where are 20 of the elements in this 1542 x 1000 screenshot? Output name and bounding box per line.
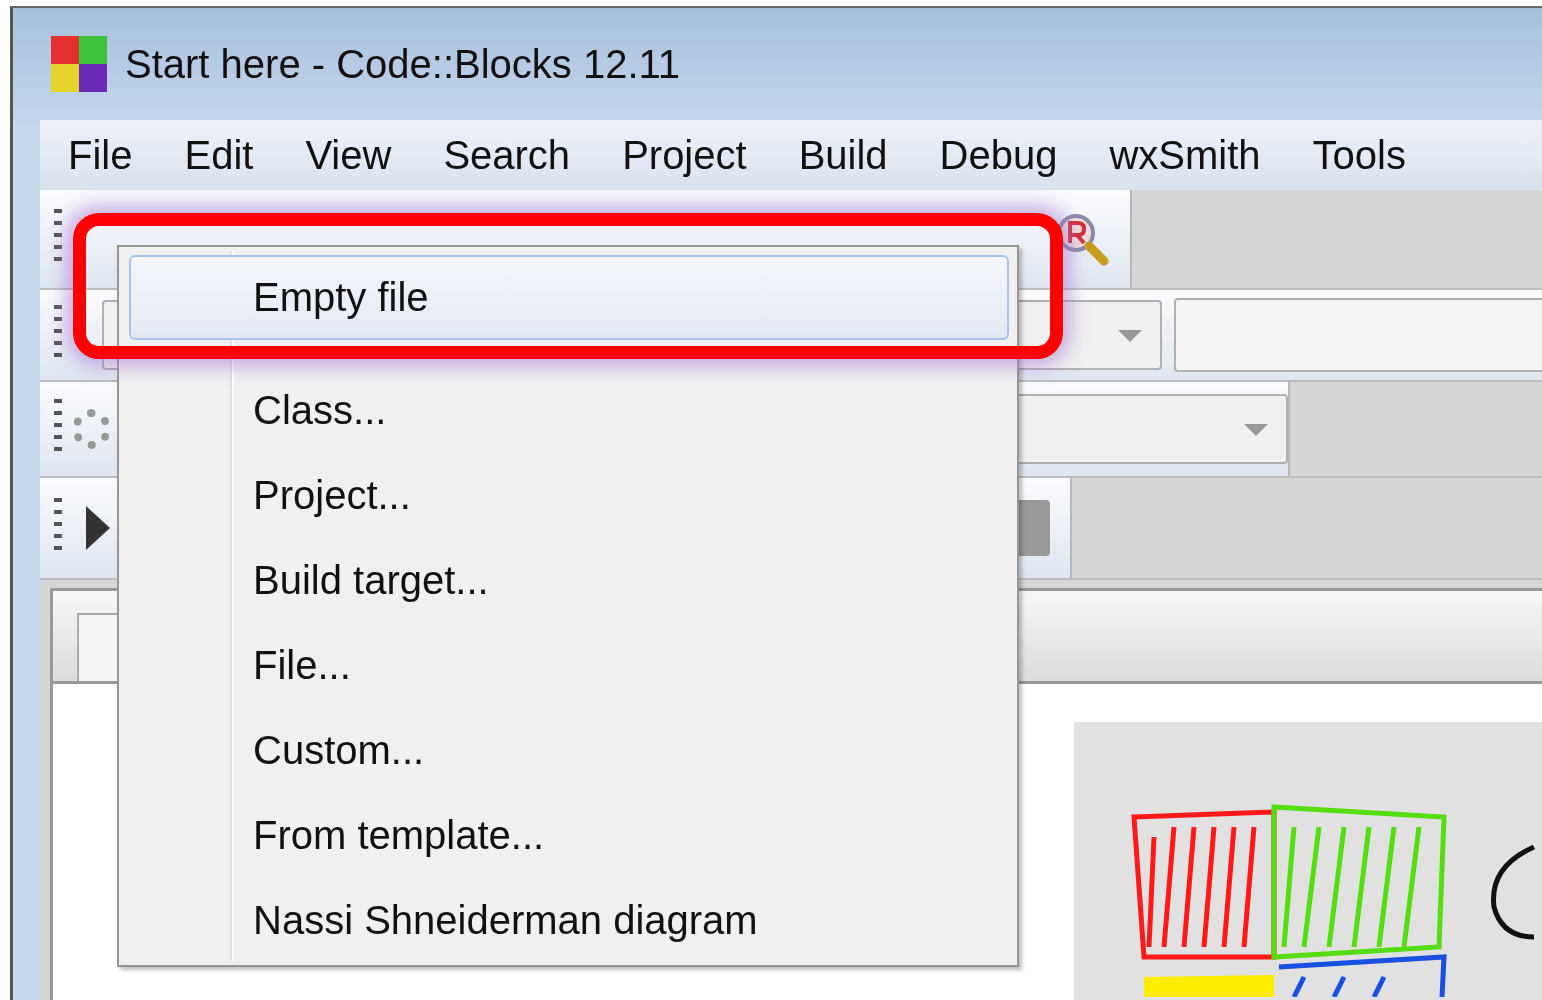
menu-item[interactable]: Project [596,132,773,178]
menu-option[interactable]: Class... [129,368,1009,453]
menu-option[interactable]: Nassi Shneiderman diagram [129,878,1009,963]
menu-item[interactable]: Debug [913,132,1084,178]
menu-option[interactable]: Build target... [129,538,1009,623]
menu-item[interactable]: Edit [158,132,280,178]
menu-item[interactable]: File [42,132,159,178]
window-title: Start here - Code::Blocks 12.11 [125,41,681,87]
menu-option[interactable]: File... [129,623,1009,708]
menu-item[interactable]: Build [772,132,914,178]
app-logo-icon [51,36,107,92]
menu-option[interactable]: Custom... [129,708,1009,793]
menu-item[interactable]: Search [417,132,597,178]
menu-option[interactable]: Empty file [129,255,1009,340]
menu-option[interactable]: Project... [129,453,1009,538]
menu-item[interactable]: Tools [1286,132,1432,178]
menu-item[interactable]: View [279,132,418,178]
menu-option[interactable]: From template... [129,793,1009,878]
input-field[interactable] [1174,298,1542,372]
menu-item[interactable]: wxSmith [1083,132,1287,178]
